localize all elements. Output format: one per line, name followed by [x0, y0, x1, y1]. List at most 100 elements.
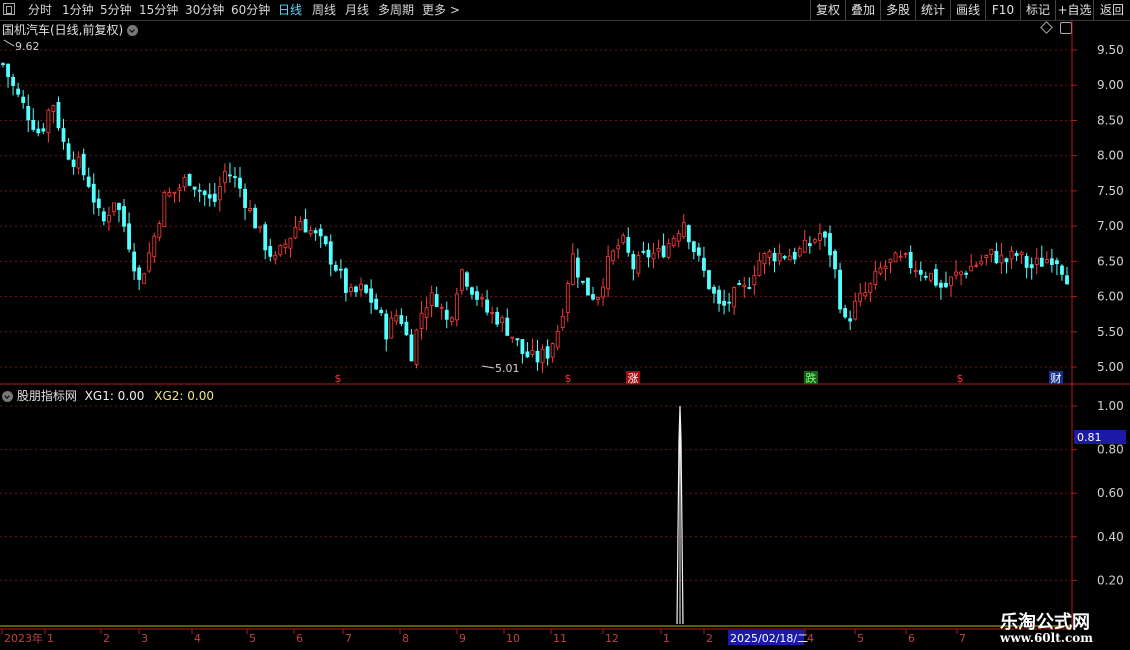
candle-body [177, 187, 182, 191]
candle-body [384, 313, 389, 340]
timeline-label: 9 [459, 632, 466, 645]
candle-body [732, 287, 737, 308]
candle-body [6, 63, 10, 77]
candle-body [167, 192, 172, 197]
candle-body [112, 202, 116, 212]
candle-body [807, 243, 812, 247]
candle-body [883, 265, 888, 270]
candle-body [328, 241, 333, 265]
candle-body [268, 246, 273, 257]
candle-body [928, 272, 933, 281]
candle-body [132, 251, 137, 272]
candle-body [192, 186, 197, 190]
candle-body [671, 237, 676, 247]
candle-body [878, 267, 883, 274]
candle-body [379, 309, 384, 314]
candle-body [545, 346, 550, 359]
candle-body [601, 286, 605, 298]
candle-body [419, 312, 424, 329]
xg1-label: XG1: 0.00 [84, 389, 145, 403]
timeline-label: 10 [506, 632, 520, 645]
candle-body [510, 336, 515, 339]
y-tick-label: 6.50 [1097, 254, 1124, 268]
candle-body [1004, 258, 1009, 263]
candle-body [913, 270, 918, 273]
candle-body [137, 267, 142, 280]
candle-body [187, 173, 192, 186]
candle-body [550, 343, 555, 358]
indicator-tick-label: 0.20 [1097, 573, 1124, 587]
candle-body [984, 255, 989, 258]
candle-body [908, 251, 913, 269]
candle-body [424, 307, 429, 318]
candle-body [470, 287, 474, 295]
candle-body [308, 230, 313, 235]
candle-body [742, 284, 747, 287]
candle-body [1014, 253, 1019, 256]
candle-body [873, 270, 878, 285]
candle-body [96, 198, 101, 209]
candle-body [641, 250, 646, 253]
candle-body [661, 245, 666, 258]
candle-body [656, 247, 661, 252]
chevron-down-icon[interactable] [2, 391, 13, 402]
watermark-logo: 乐淘公式网 www.60lt.com [978, 604, 1130, 650]
candle-body [777, 252, 782, 262]
candle-body [349, 287, 353, 292]
candle-body [727, 301, 732, 304]
candle-body [127, 223, 131, 250]
candle-body [797, 248, 802, 257]
candle-body [812, 239, 817, 243]
candle-body [444, 309, 449, 320]
candle-body [818, 233, 822, 241]
candle-body [954, 271, 958, 276]
candle-body [475, 291, 479, 300]
y-tick-label: 9.00 [1097, 78, 1124, 92]
candle-body [858, 292, 863, 302]
candle-body [994, 250, 999, 264]
logo-url: www.60lt.com [1000, 631, 1093, 645]
candle-body [606, 256, 611, 290]
candle-body [949, 276, 953, 286]
candle-body [631, 254, 636, 270]
candle-body [903, 253, 908, 255]
candle-body [354, 286, 358, 293]
indicator-tick-label: 0.80 [1097, 443, 1124, 457]
y-tick-label: 5.00 [1097, 360, 1124, 374]
candle-body [21, 96, 26, 103]
candle-body [31, 119, 36, 130]
timeline-label: 5 [857, 632, 864, 645]
candle-body [480, 297, 484, 300]
candle-body [1009, 250, 1014, 260]
candle-body [636, 255, 641, 274]
candle-body [722, 300, 726, 306]
candle-body [707, 270, 711, 290]
candle-body [71, 159, 76, 167]
candle-body [333, 264, 338, 271]
candle-body [853, 300, 858, 320]
candle-body [404, 321, 409, 336]
candle-body [848, 318, 853, 322]
candle-body [802, 239, 807, 253]
candle-body [1019, 251, 1024, 256]
candle-body [712, 286, 716, 294]
candle-body [207, 194, 212, 199]
candle-body [76, 156, 81, 169]
candle-body [36, 128, 41, 134]
candle-body [843, 308, 848, 318]
candle-body [142, 273, 147, 284]
candle-body [122, 206, 126, 227]
candle-body [258, 225, 263, 229]
candle-body [91, 183, 96, 203]
candle-body [283, 243, 288, 249]
candle-body [686, 225, 691, 243]
event-marker: $ [565, 372, 572, 385]
candle-body [238, 177, 242, 189]
candle-body [1049, 258, 1054, 265]
candle-body [570, 253, 575, 285]
candle-body [253, 207, 258, 229]
candle-body [147, 252, 152, 272]
candle-body [974, 264, 979, 267]
indicator-tick-label: 0.40 [1097, 530, 1124, 544]
candle-body [56, 102, 61, 129]
